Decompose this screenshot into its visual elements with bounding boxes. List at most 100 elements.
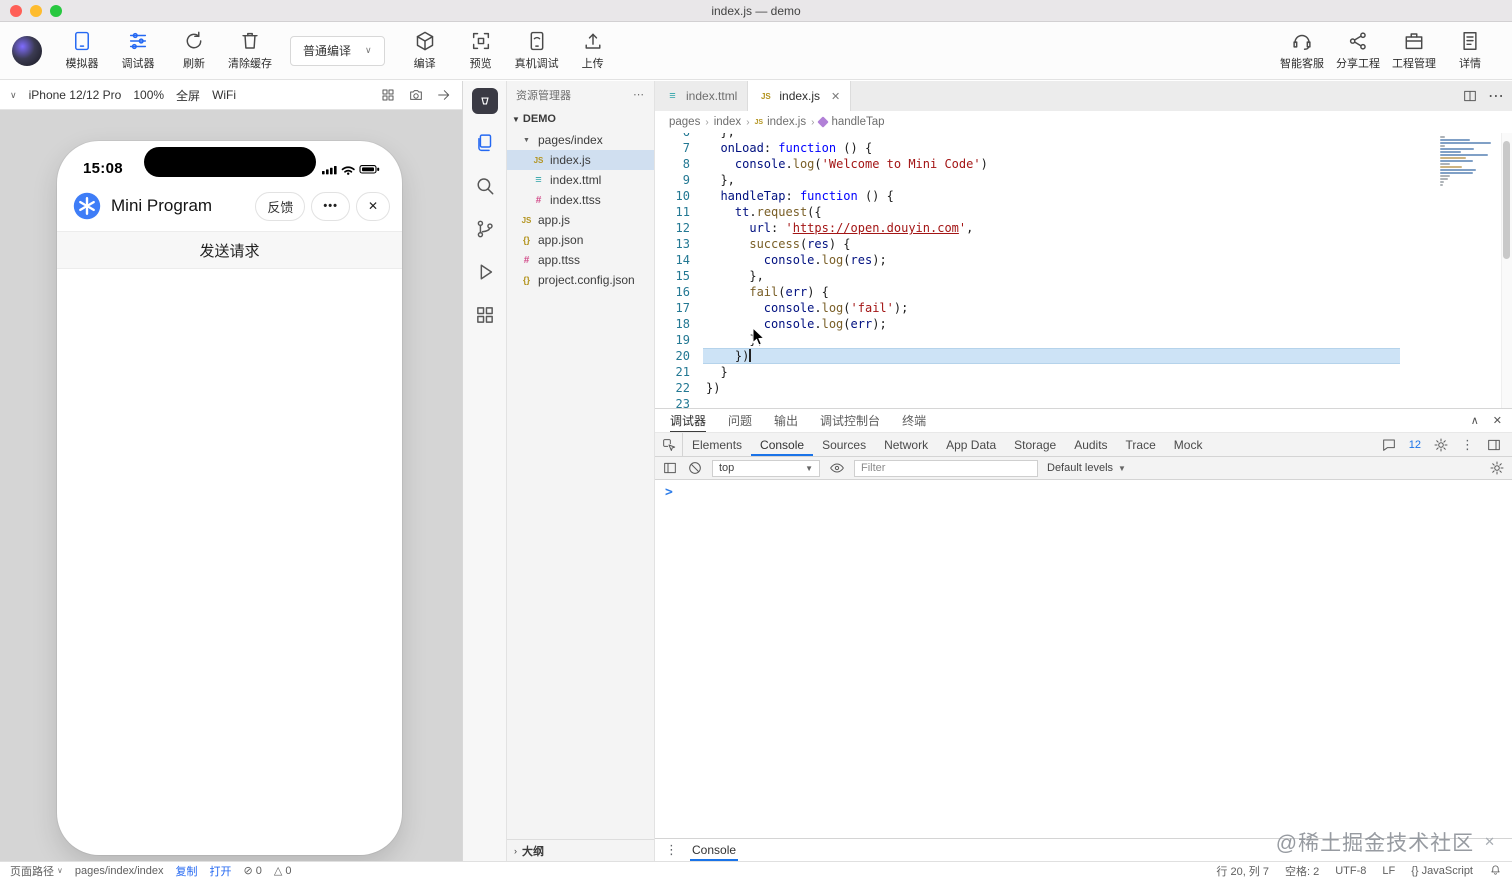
- code-editor[interactable]: 67891011121314151617181920212223 }, onLo…: [655, 133, 1512, 408]
- scrollbar-thumb[interactable]: [1503, 141, 1510, 259]
- toolbar-cube-button[interactable]: 编译: [397, 30, 453, 71]
- console-context-selector[interactable]: top ▼: [712, 459, 820, 477]
- activitybar-source-control-button[interactable]: [471, 215, 499, 243]
- console-settings-icon[interactable]: [1489, 460, 1505, 476]
- code-line-8[interactable]: console.log('Welcome to Mini Code'): [703, 156, 1512, 172]
- code-lines[interactable]: }, onLoad: function () { console.log('We…: [703, 133, 1512, 408]
- toolbar-sim-button[interactable]: 模拟器: [54, 30, 110, 71]
- breadcrumb-index-js[interactable]: JS index.js: [755, 116, 807, 128]
- editor-scrollbar[interactable]: [1501, 133, 1512, 408]
- toolbar-clear-button[interactable]: 清除缓存: [222, 30, 278, 71]
- screenshot-icon[interactable]: [408, 87, 424, 103]
- devtools-tab-mock[interactable]: Mock: [1165, 433, 1212, 456]
- toolbar-debugger-button[interactable]: 调试器: [110, 30, 166, 71]
- code-line-13[interactable]: success(res) {: [703, 236, 1512, 252]
- console-sidebar-toggle-icon[interactable]: [662, 460, 678, 476]
- code-line-17[interactable]: console.log('fail');: [703, 300, 1512, 316]
- copy-path-button[interactable]: 复制: [176, 863, 198, 879]
- zoom-selector[interactable]: 100%: [133, 88, 164, 102]
- feedback-button[interactable]: 反馈: [255, 191, 306, 221]
- console-output[interactable]: >: [655, 480, 1512, 838]
- drawer-console-tab[interactable]: Console: [690, 839, 738, 861]
- code-line-18[interactable]: console.log(err);: [703, 316, 1512, 332]
- console-messages-icon[interactable]: [1381, 437, 1397, 453]
- eol-setting[interactable]: LF: [1382, 865, 1395, 877]
- device-selector[interactable]: iPhone 12/12 Pro: [29, 88, 122, 102]
- project-root-item[interactable]: ▼ DEMO: [507, 108, 654, 130]
- activitybar-explorer-button[interactable]: [471, 129, 499, 157]
- devtools-tab-network[interactable]: Network: [875, 433, 937, 456]
- inspect-element-button[interactable]: [655, 433, 683, 456]
- devtools-tab-trace[interactable]: Trace: [1117, 433, 1165, 456]
- code-line-23[interactable]: [703, 396, 1512, 408]
- cursor-position[interactable]: 行 20, 列 7: [1216, 863, 1269, 879]
- open-path-button[interactable]: 打开: [210, 863, 232, 879]
- activitybar-run-debug-button[interactable]: [471, 258, 499, 286]
- gear-icon[interactable]: [1433, 437, 1449, 453]
- breadcrumb-pages[interactable]: pages: [669, 116, 700, 128]
- devtools-tab-sources[interactable]: Sources: [813, 433, 875, 456]
- explorer-more-icon[interactable]: ⋯: [633, 88, 645, 101]
- code-line-19[interactable]: },: [703, 332, 1512, 348]
- send-request-button[interactable]: 发送请求: [57, 231, 402, 269]
- file-item-project-config-json[interactable]: {} project.config.json: [507, 270, 654, 290]
- toolbar-details-button[interactable]: 详情: [1442, 30, 1498, 71]
- toolbar-support-button[interactable]: 智能客服: [1274, 30, 1330, 71]
- console-message-count[interactable]: 12: [1409, 439, 1421, 451]
- error-count[interactable]: ⊘ 0: [244, 864, 262, 878]
- file-item-app-ttss[interactable]: # app.ttss: [507, 250, 654, 270]
- file-item-index-js[interactable]: JS index.js: [507, 150, 654, 170]
- layout-grid-icon[interactable]: [380, 87, 396, 103]
- watermark-close-icon[interactable]: ✕: [1484, 834, 1496, 850]
- code-line-12[interactable]: url: 'https://open.douyin.com',: [703, 220, 1512, 236]
- code-line-6[interactable]: },: [703, 133, 1512, 140]
- editor-more-icon[interactable]: ⋯: [1488, 86, 1504, 106]
- code-line-16[interactable]: fail(err) {: [703, 284, 1512, 300]
- toolbar-preview-button[interactable]: 预览: [453, 30, 509, 71]
- dock-side-icon[interactable]: [1486, 437, 1502, 453]
- code-line-10[interactable]: handleTap: function () {: [703, 188, 1512, 204]
- detach-arrow-icon[interactable]: [436, 87, 452, 103]
- split-editor-icon[interactable]: [1462, 88, 1478, 104]
- close-tab-icon[interactable]: ✕: [831, 90, 840, 103]
- code-line-20[interactable]: }): [703, 348, 1400, 364]
- fullscreen-button[interactable]: 全屏: [176, 87, 200, 104]
- panel-tab-调试器[interactable]: 调试器: [670, 409, 706, 432]
- minimize-window-button[interactable]: [30, 5, 42, 17]
- warning-count[interactable]: △ 0: [274, 864, 292, 878]
- activitybar-search-button[interactable]: [471, 172, 499, 200]
- console-filter-input[interactable]: [854, 459, 1038, 477]
- breadcrumb-handleTap[interactable]: handleTap: [817, 116, 885, 128]
- capsule-close-button[interactable]: ✕: [355, 191, 390, 221]
- panel-tab-问题[interactable]: 问题: [728, 409, 752, 432]
- maximize-window-button[interactable]: [50, 5, 62, 17]
- console-levels-selector[interactable]: Default levels ▼: [1047, 462, 1126, 474]
- file-item-pages-index[interactable]: ▼ pages/index: [507, 130, 654, 150]
- code-line-9[interactable]: },: [703, 172, 1512, 188]
- code-line-21[interactable]: }: [703, 364, 1512, 380]
- devtools-tab-elements[interactable]: Elements: [683, 433, 751, 456]
- language-mode[interactable]: {} JavaScript: [1411, 865, 1473, 877]
- file-item-index-ttml[interactable]: ≡ index.ttml: [507, 170, 654, 190]
- devtools-tab-storage[interactable]: Storage: [1005, 433, 1065, 456]
- bell-icon[interactable]: [1489, 864, 1502, 877]
- devtools-more-icon[interactable]: ⋮: [1461, 437, 1474, 453]
- activitybar-extensions-button[interactable]: [471, 301, 499, 329]
- clear-console-icon[interactable]: [687, 460, 703, 476]
- drawer-more-icon[interactable]: ⋮: [665, 842, 678, 858]
- file-item-app-js[interactable]: JS app.js: [507, 210, 654, 230]
- panel-tab-调试控制台[interactable]: 调试控制台: [820, 409, 880, 432]
- panel-collapse-icon[interactable]: ∧: [1471, 414, 1479, 427]
- network-selector[interactable]: WiFi: [212, 88, 236, 102]
- code-line-11[interactable]: tt.request({: [703, 204, 1512, 220]
- code-line-14[interactable]: console.log(res);: [703, 252, 1512, 268]
- panel-tab-终端[interactable]: 终端: [902, 409, 926, 432]
- page-path-selector[interactable]: 页面路径 ∨: [10, 863, 63, 879]
- toolbar-project-button[interactable]: 工程管理: [1386, 30, 1442, 71]
- close-window-button[interactable]: [10, 5, 22, 17]
- minimap[interactable]: [1440, 136, 1496, 190]
- code-line-15[interactable]: },: [703, 268, 1512, 284]
- panel-tab-输出[interactable]: 输出: [774, 409, 798, 432]
- devtools-tab-console[interactable]: Console: [751, 433, 813, 456]
- chevron-down-icon[interactable]: ∨: [10, 90, 17, 101]
